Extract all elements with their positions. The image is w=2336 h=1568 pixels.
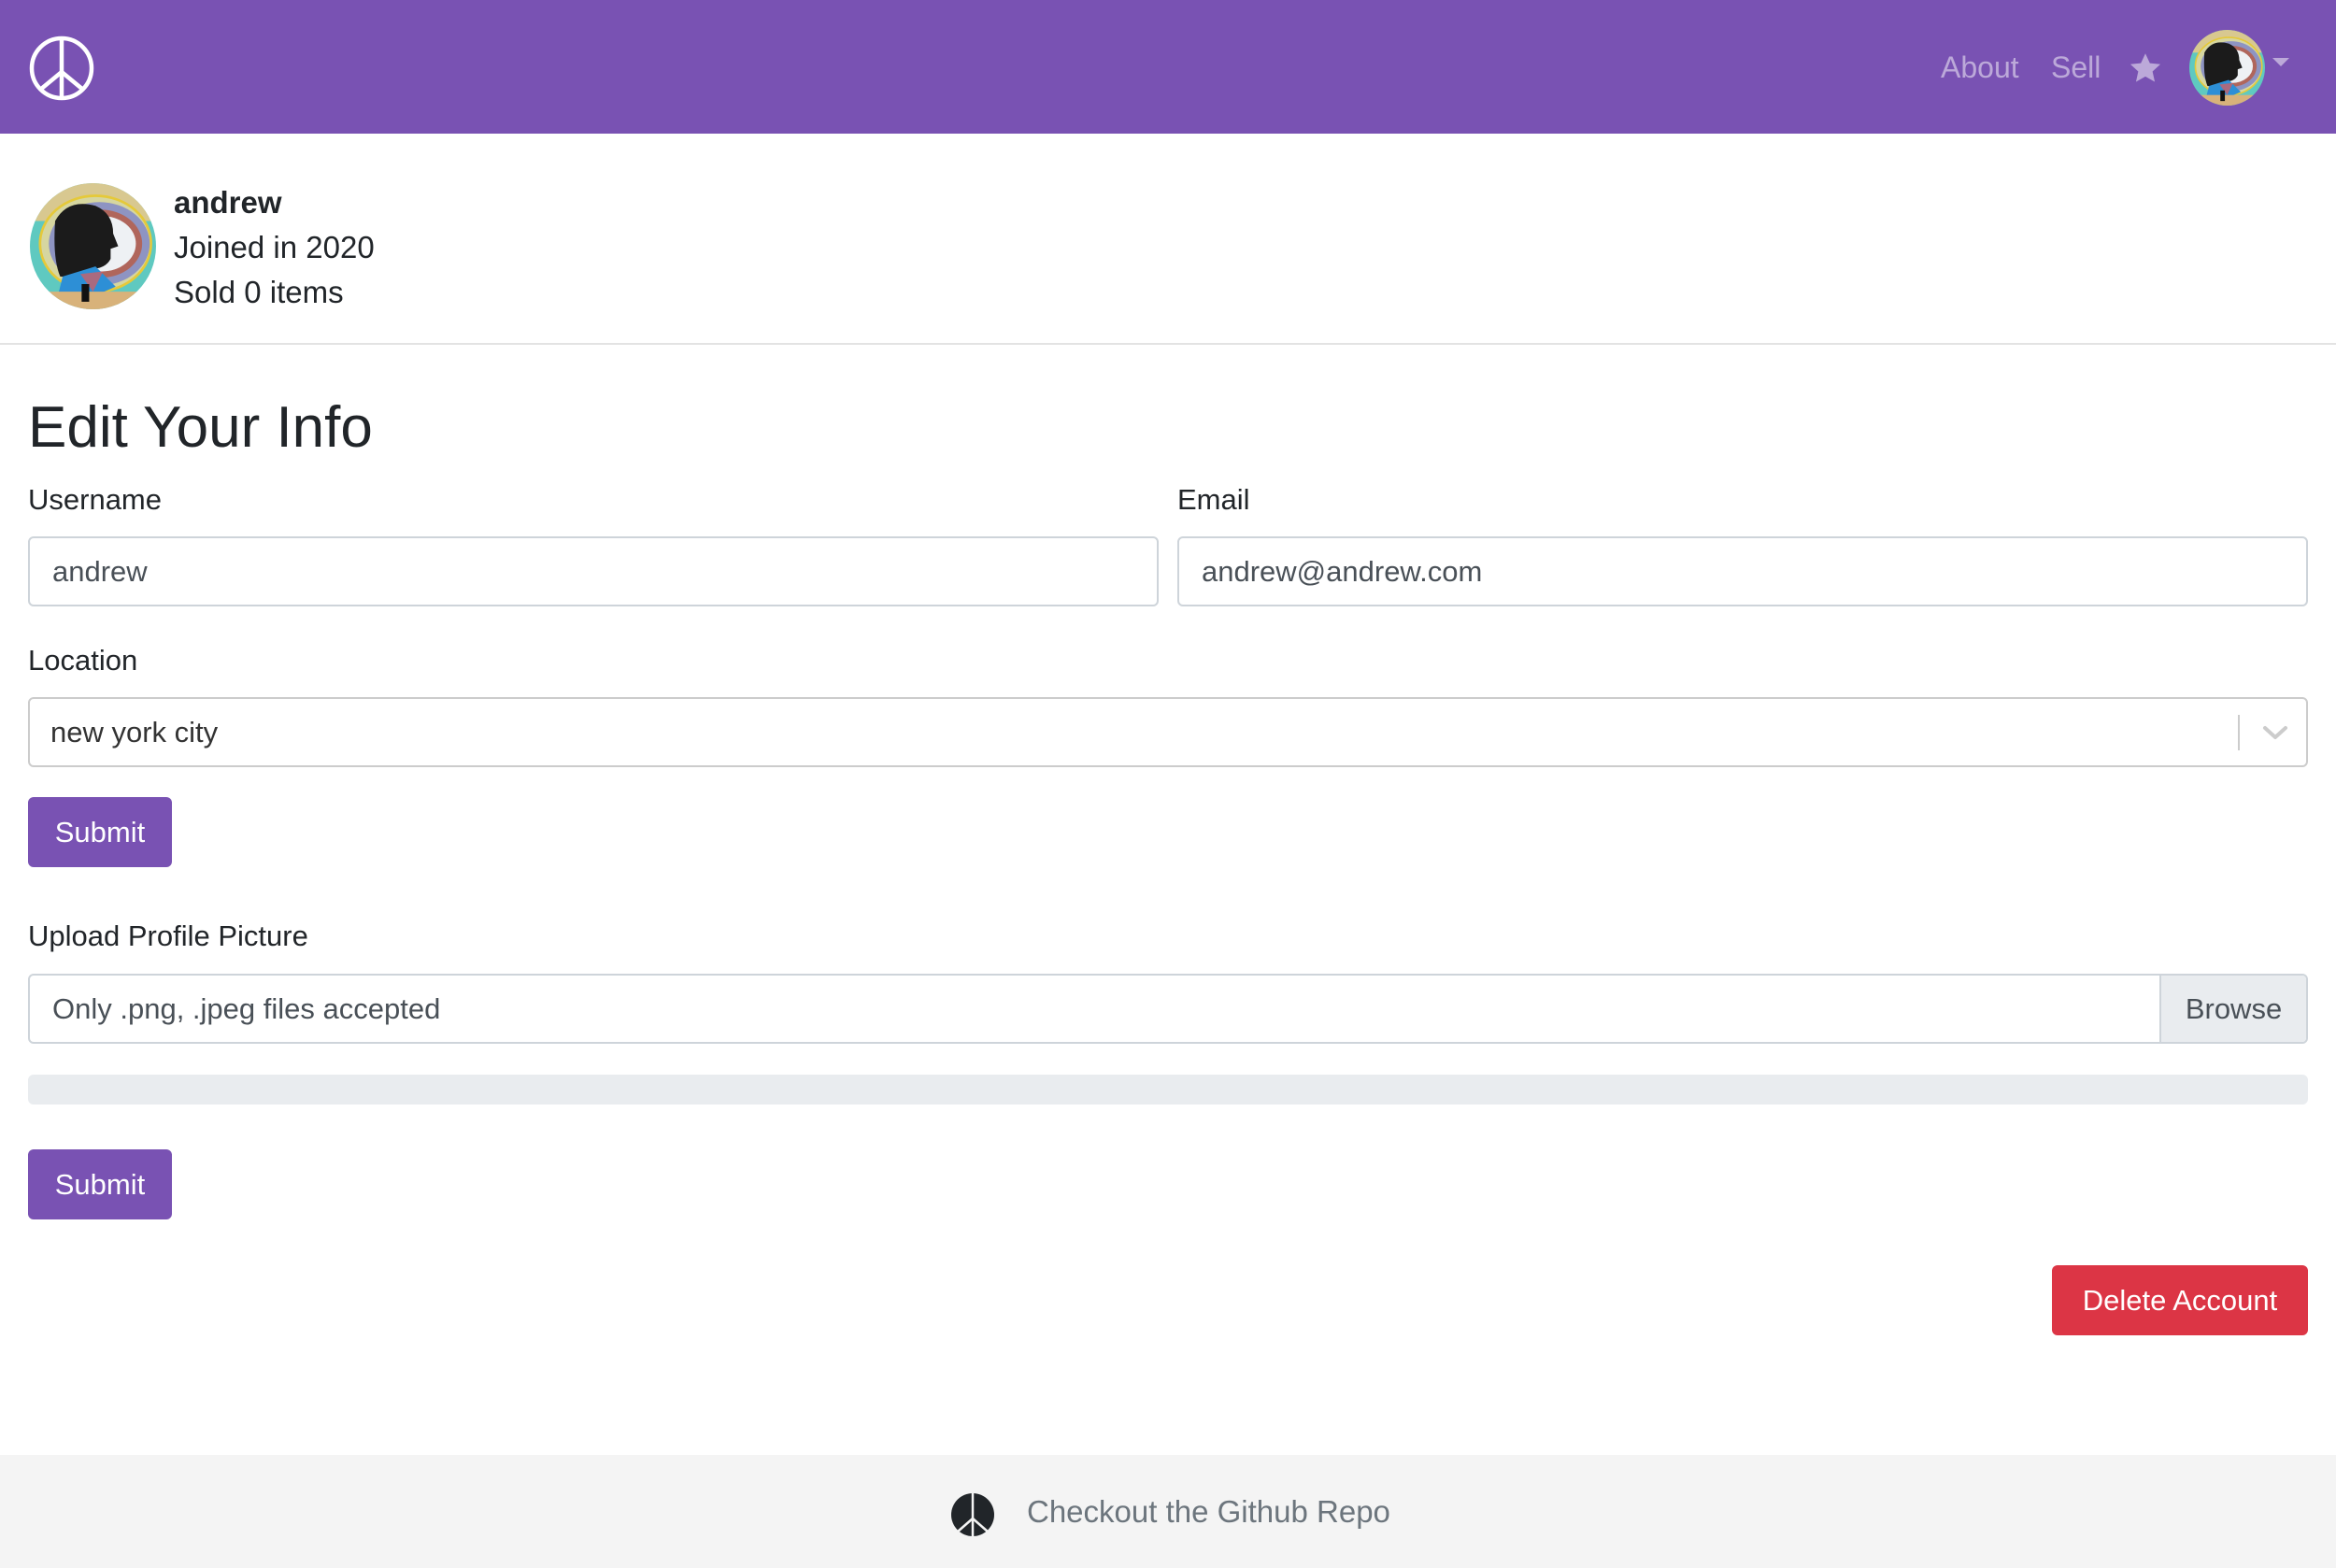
profile-joined: Joined in 2020 [174,230,375,264]
select-separator [2238,715,2240,750]
profile-picture-file-input[interactable]: Only .png, .jpeg files accepted Browse [28,974,2308,1044]
peace-sign-icon[interactable] [28,35,95,102]
upload-label: Upload Profile Picture [28,919,308,952]
github-repo-link[interactable]: Checkout the Github Repo [1027,1490,1390,1533]
avatar-image [30,183,156,309]
username-label: Username [28,483,162,516]
location-value: new york city [50,716,219,748]
nav-link-sell[interactable]: Sell [2051,47,2101,88]
email-input[interactable] [1177,536,2308,606]
delete-account-button[interactable]: Delete Account [2052,1265,2308,1335]
star-icon[interactable] [2129,51,2162,85]
caret-down-icon[interactable] [2272,58,2289,66]
chevron-down-icon[interactable] [2261,720,2289,745]
peace-sign-icon [951,1493,994,1536]
profile-sold-count: Sold 0 items [174,275,344,309]
email-label: Email [1177,483,1250,516]
location-label: Location [28,644,138,677]
avatar-image [2189,30,2265,106]
profile-header: andrew Joined in 2020 Sold 0 items [0,134,2336,345]
location-select[interactable]: new york city [28,697,2308,767]
nav-link-about[interactable]: About [1941,47,2019,88]
upload-progress-bar [28,1075,2308,1105]
submit-info-button[interactable]: Submit [28,797,172,867]
user-avatar[interactable] [2189,30,2265,106]
browse-button[interactable]: Browse [2159,976,2306,1042]
profile-avatar [30,183,156,309]
file-input-placeholder: Only .png, .jpeg files accepted [52,992,441,1025]
navbar: About Sell [0,0,2336,134]
profile-username: andrew [174,185,282,220]
submit-upload-button[interactable]: Submit [28,1149,172,1219]
page-title: Edit Your Info [28,395,373,460]
footer: Checkout the Github Repo [0,1455,2336,1568]
username-input[interactable] [28,536,1159,606]
